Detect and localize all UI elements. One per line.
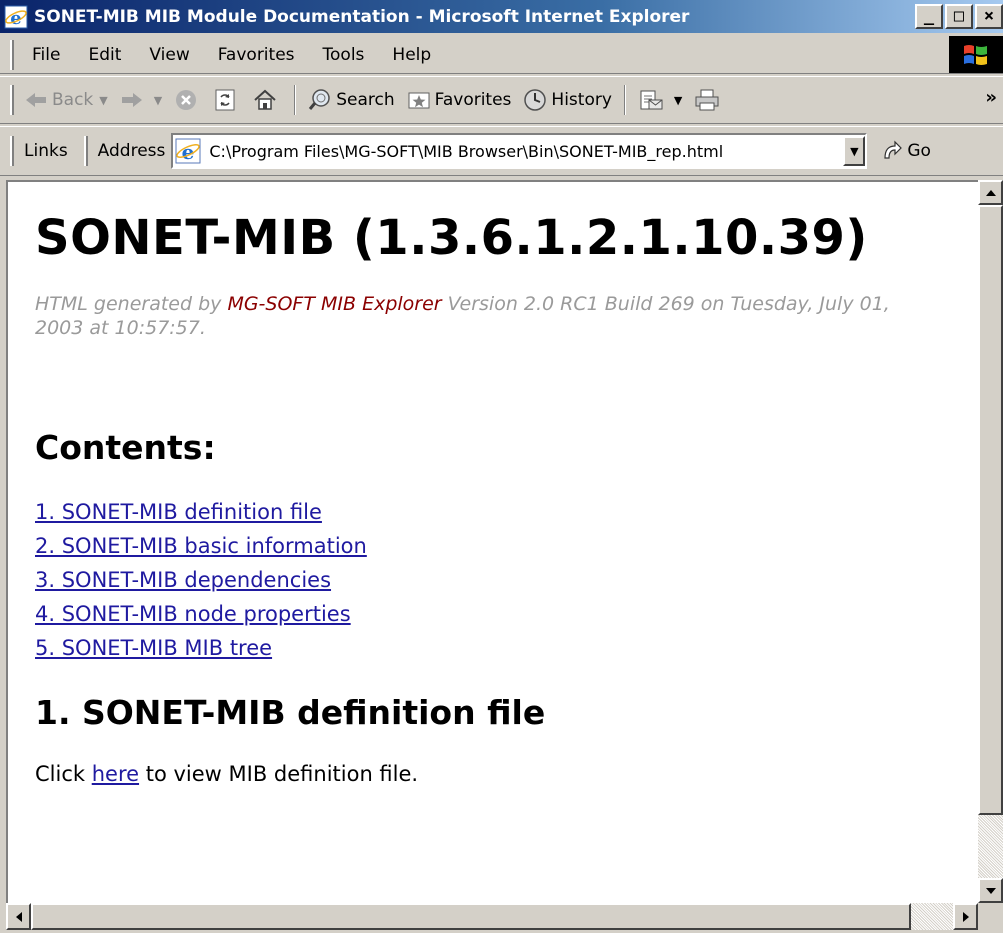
- toolbar-grip[interactable]: [10, 136, 14, 166]
- back-label: Back: [52, 90, 94, 110]
- generated-product: MG-SOFT MIB Explorer: [227, 293, 442, 315]
- history-label: History: [551, 90, 612, 110]
- stop-button[interactable]: [168, 88, 208, 112]
- contents-heading: Contents:: [35, 428, 216, 467]
- back-button[interactable]: Back ▼: [18, 90, 114, 110]
- print-button[interactable]: [688, 88, 730, 112]
- windows-logo-icon: [949, 36, 1003, 73]
- chevron-down-icon: ▼: [850, 144, 859, 158]
- menu-help[interactable]: Help: [378, 45, 445, 65]
- page-viewport[interactable]: SONET-MIB (1.3.6.1.2.1.10.39) HTML gener…: [6, 180, 978, 903]
- svg-text:e: e: [182, 140, 195, 164]
- address-label: Address: [97, 141, 166, 161]
- toc-link-mib-tree[interactable]: 5. SONET-MIB MIB tree: [35, 631, 978, 665]
- refresh-button[interactable]: [208, 88, 246, 112]
- print-icon: [694, 88, 720, 112]
- menu-file[interactable]: File: [18, 45, 74, 65]
- toc-link-basic-information[interactable]: 2. SONET-MIB basic information: [35, 529, 978, 563]
- favorites-icon: [407, 89, 431, 111]
- home-button[interactable]: [246, 88, 288, 112]
- click-suffix: to view MIB definition file.: [139, 762, 419, 786]
- toc-link-node-properties[interactable]: 4. SONET-MIB node properties: [35, 597, 978, 631]
- toolbar-separator: [623, 85, 626, 115]
- vertical-scroll-thumb[interactable]: [978, 205, 1003, 815]
- forward-arrow-icon: [120, 91, 144, 109]
- arrow-up-icon: [985, 189, 996, 196]
- menu-edit[interactable]: Edit: [74, 45, 135, 65]
- ie-page-icon: e: [175, 138, 201, 164]
- scrollbar-corner: [978, 903, 1003, 930]
- back-arrow-icon: [24, 91, 48, 109]
- chevron-down-icon[interactable]: ▼: [154, 94, 162, 107]
- toolbar-grip[interactable]: [10, 85, 14, 115]
- url-text[interactable]: C:\Program Files\MG-SOFT\MIB Browser\Bin…: [205, 142, 843, 161]
- window-titlebar[interactable]: e SONET-MIB MIB Module Documentation - M…: [0, 0, 1003, 33]
- go-arrow-icon: [881, 140, 903, 162]
- ie-icon: e: [4, 5, 28, 29]
- toc-link-definition-file[interactable]: 1. SONET-MIB definition file: [35, 495, 978, 529]
- generated-prefix: HTML generated by: [35, 293, 228, 315]
- go-label: Go: [907, 141, 931, 161]
- page-content: SONET-MIB (1.3.6.1.2.1.10.39) HTML gener…: [8, 182, 978, 786]
- address-bar: Links Address e C:\Program Files\MG-SOFT…: [0, 126, 1003, 176]
- refresh-icon: [214, 88, 236, 112]
- toolbar-grip[interactable]: [10, 39, 14, 70]
- address-field[interactable]: e C:\Program Files\MG-SOFT\MIB Browser\B…: [171, 133, 868, 169]
- search-icon: [308, 88, 332, 112]
- arrow-right-icon: [962, 911, 969, 922]
- vertical-scrollbar[interactable]: [978, 180, 1003, 903]
- generated-note: HTML generated by MG-SOFT MIB Explorer V…: [35, 292, 935, 340]
- search-label: Search: [336, 90, 395, 110]
- toolbar-overflow-button[interactable]: »: [985, 87, 997, 108]
- scroll-up-button[interactable]: [978, 180, 1003, 205]
- search-button[interactable]: Search: [302, 88, 400, 112]
- scroll-left-button[interactable]: [6, 903, 31, 930]
- menu-bar: File Edit View Favorites Tools Help: [0, 36, 1003, 74]
- maximize-button[interactable]: □: [945, 4, 973, 29]
- chevron-down-icon[interactable]: ▼: [674, 94, 682, 107]
- home-icon: [252, 88, 278, 112]
- minimize-button[interactable]: _: [915, 4, 943, 29]
- favorites-button[interactable]: Favorites: [401, 89, 518, 111]
- section-definition-heading: 1. SONET-MIB definition file: [35, 693, 546, 732]
- page-title: SONET-MIB (1.3.6.1.2.1.10.39): [35, 210, 868, 266]
- menu-tools[interactable]: Tools: [309, 45, 379, 65]
- menu-favorites[interactable]: Favorites: [204, 45, 309, 65]
- forward-button[interactable]: ▼: [114, 91, 168, 109]
- close-button[interactable]: ×: [975, 4, 1003, 29]
- chevron-down-icon[interactable]: ▼: [99, 94, 107, 107]
- history-button[interactable]: History: [517, 88, 617, 112]
- definition-file-line: Click here to view MIB definition file.: [35, 762, 978, 786]
- scroll-right-button[interactable]: [953, 903, 978, 930]
- mail-icon: [638, 88, 664, 112]
- standard-toolbar: Back ▼ ▼ Search Favorites History ▼ »: [0, 76, 1003, 124]
- stop-icon: [174, 88, 198, 112]
- address-dropdown-button[interactable]: ▼: [843, 136, 866, 166]
- window-title: SONET-MIB MIB Module Documentation - Mic…: [34, 6, 690, 27]
- toolbar-separator: [294, 85, 297, 115]
- here-link[interactable]: here: [92, 762, 139, 786]
- menu-view[interactable]: View: [135, 45, 203, 65]
- mail-button[interactable]: ▼: [632, 88, 688, 112]
- horizontal-scrollbar[interactable]: [6, 903, 978, 930]
- toolbar-grip[interactable]: [83, 136, 88, 166]
- history-icon: [523, 88, 547, 112]
- arrow-left-icon: [15, 911, 22, 922]
- go-button[interactable]: Go: [881, 140, 931, 162]
- table-of-contents: 1. SONET-MIB definition file 2. SONET-MI…: [35, 495, 978, 665]
- favorites-label: Favorites: [434, 90, 512, 110]
- click-prefix: Click: [35, 762, 92, 786]
- toc-link-dependencies[interactable]: 3. SONET-MIB dependencies: [35, 563, 978, 597]
- scroll-down-button[interactable]: [978, 878, 1003, 903]
- links-button[interactable]: Links: [18, 141, 74, 161]
- arrow-down-icon: [985, 887, 996, 894]
- horizontal-scroll-thumb[interactable]: [31, 903, 911, 930]
